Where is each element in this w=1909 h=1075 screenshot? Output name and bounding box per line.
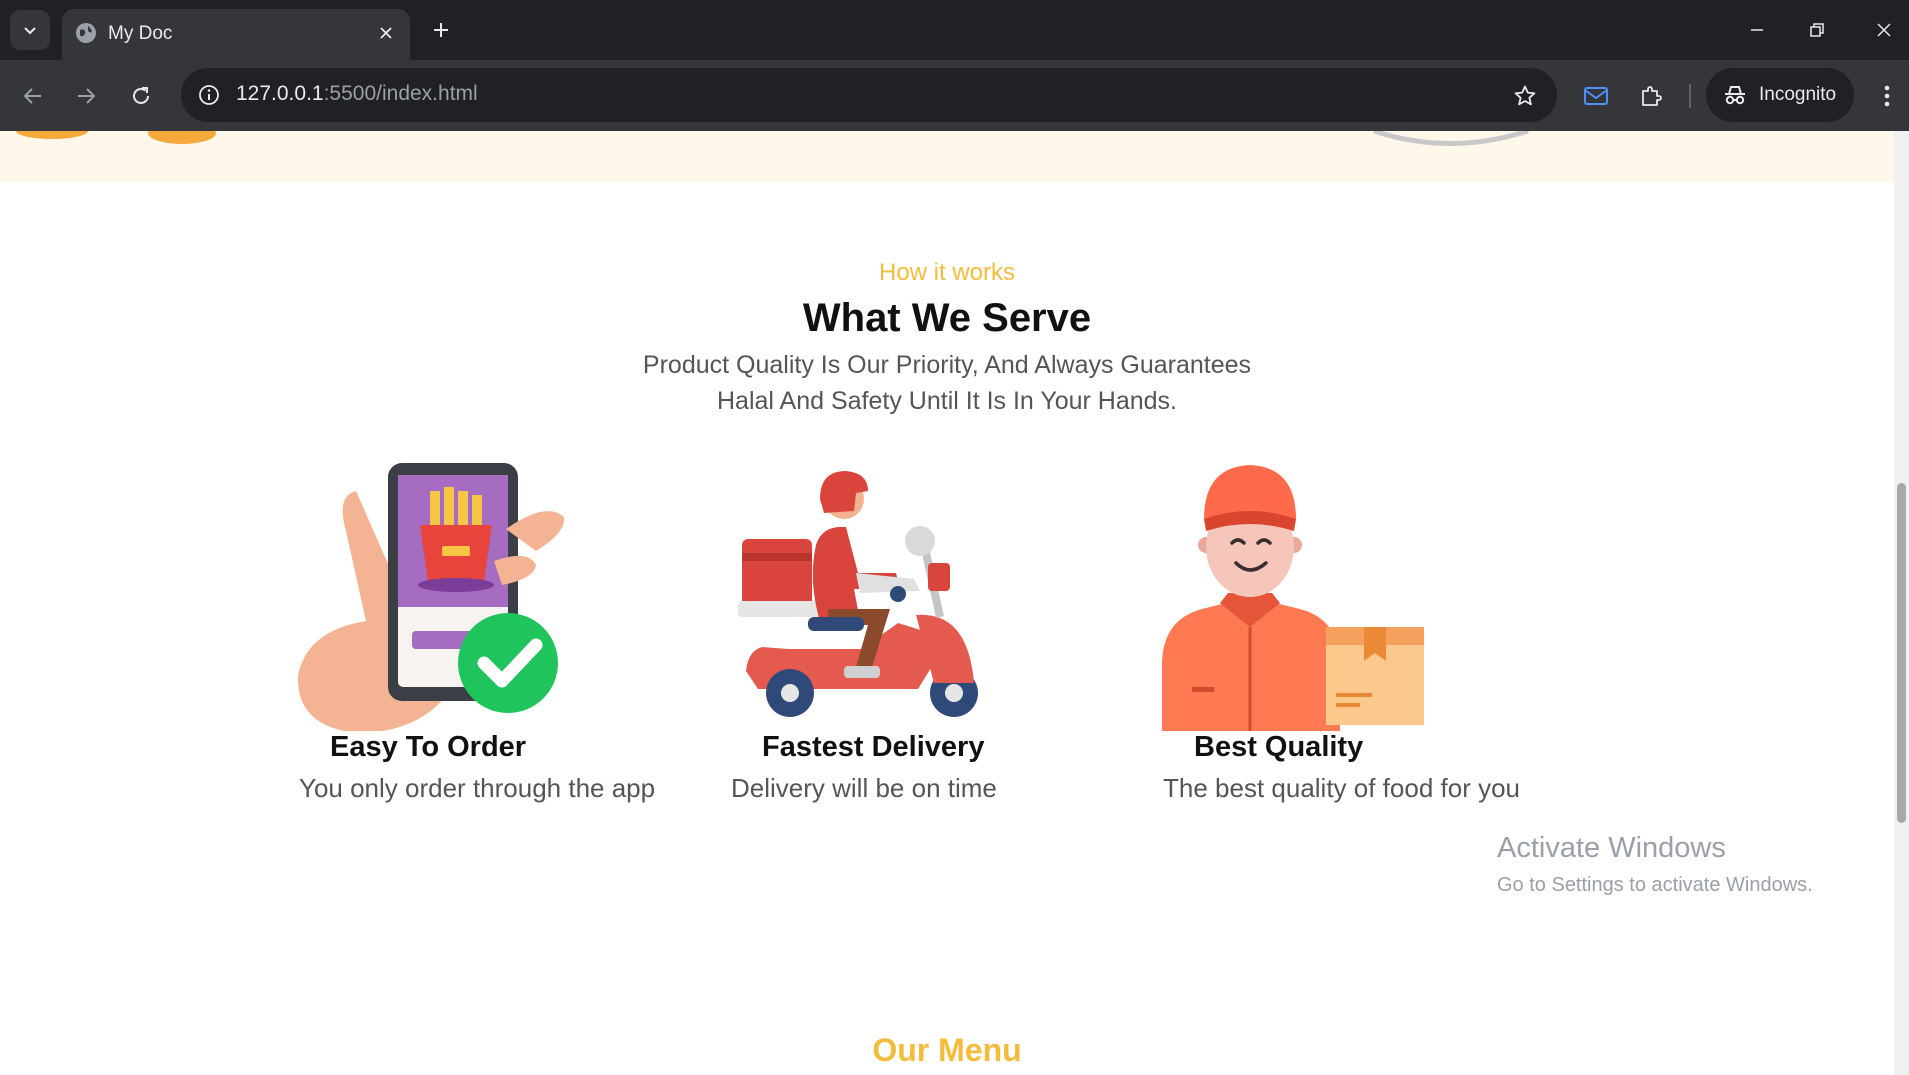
forward-button[interactable] (66, 76, 106, 116)
reload-icon (133, 87, 149, 104)
url-path: :5500/index.html (323, 82, 478, 105)
feature-desc: You only order through the app (299, 773, 656, 803)
bookmark-button[interactable] (1509, 80, 1541, 112)
chevron-down-icon (24, 27, 36, 35)
feature-card-easy-order: Easy To Order You only order through the… (296, 461, 716, 831)
feature-desc: Delivery will be on time (731, 773, 997, 803)
how-it-works-section: How it works What We Serve Product Quali… (0, 131, 1894, 1075)
browser-toolbar: 127.0.0.1:5500/index.html Incognito (0, 60, 1909, 131)
feature-card-best-quality: Best Quality The best quality of food fo… (1160, 461, 1580, 831)
mail-icon (1584, 87, 1608, 105)
subtext-line-2: Halal And Safety Until It Is In Your Han… (717, 387, 1177, 415)
close-window-button[interactable] (1864, 12, 1904, 48)
plus-icon (434, 23, 448, 37)
extensions-button[interactable] (1632, 77, 1670, 115)
subtext-line-1: Product Quality Is Our Priority, And Alw… (642, 351, 1252, 379)
section-subtext: Product Quality Is Our Priority, And Alw… (597, 347, 1297, 419)
arrow-left-icon (23, 88, 41, 104)
feature-desc: The best quality of food for you (1163, 773, 1520, 803)
restore-button[interactable] (1797, 12, 1837, 48)
activate-windows-subtitle: Go to Settings to activate Windows. (1497, 874, 1813, 896)
minimize-icon (1751, 29, 1763, 31)
mail-extension-button[interactable] (1577, 77, 1615, 115)
more-vertical-icon (1884, 85, 1890, 107)
back-button[interactable] (13, 76, 53, 116)
our-menu-heading: Our Menu (872, 1032, 1022, 1068)
feature-title: Easy To Order (330, 731, 527, 763)
toolbar-separator (1689, 84, 1691, 108)
page-scrollbar[interactable] (1894, 131, 1909, 1075)
close-icon (1877, 23, 1891, 37)
browser-menu-button[interactable] (1870, 76, 1904, 116)
courier-box-icon (1162, 465, 1424, 731)
address-bar[interactable]: 127.0.0.1:5500/index.html (181, 68, 1557, 122)
scooter-delivery-icon (738, 471, 978, 717)
incognito-label: Incognito (1759, 84, 1837, 105)
url-host: 127.0.0.1 (236, 82, 324, 105)
close-icon (380, 27, 392, 39)
url-text: 127.0.0.1:5500/index.html (236, 82, 478, 106)
reload-button[interactable] (121, 76, 161, 116)
arrow-right-icon (78, 88, 96, 104)
star-icon (1514, 85, 1536, 106)
browser-tab-bar: My Doc (0, 0, 1909, 60)
globe-icon (76, 23, 96, 43)
site-info-button[interactable] (193, 79, 225, 111)
section-headline: What We Serve (802, 296, 1092, 340)
tab-title: My Doc (108, 23, 173, 44)
incognito-indicator[interactable]: Incognito (1706, 68, 1854, 122)
new-tab-button[interactable] (425, 14, 457, 46)
tab-search-button[interactable] (10, 10, 50, 50)
incognito-icon (1725, 86, 1745, 105)
minimize-button[interactable] (1737, 12, 1777, 48)
activate-windows-title: Activate Windows (1497, 832, 1726, 864)
feature-title: Fastest Delivery (762, 731, 985, 763)
tab-close-button[interactable] (374, 21, 398, 45)
feature-card-fastest-delivery: Fastest Delivery Delivery will be on tim… (728, 461, 1148, 831)
feature-title: Best Quality (1194, 731, 1364, 763)
section-eyebrow: How it works (878, 259, 1016, 286)
scrollbar-thumb[interactable] (1897, 483, 1906, 823)
info-icon (199, 85, 219, 105)
restore-icon (1810, 23, 1824, 37)
puzzle-icon (1642, 86, 1662, 106)
browser-tab[interactable]: My Doc (62, 9, 410, 60)
phone-order-icon (297, 463, 565, 731)
page-viewport: How it works What We Serve Product Quali… (0, 131, 1894, 1075)
